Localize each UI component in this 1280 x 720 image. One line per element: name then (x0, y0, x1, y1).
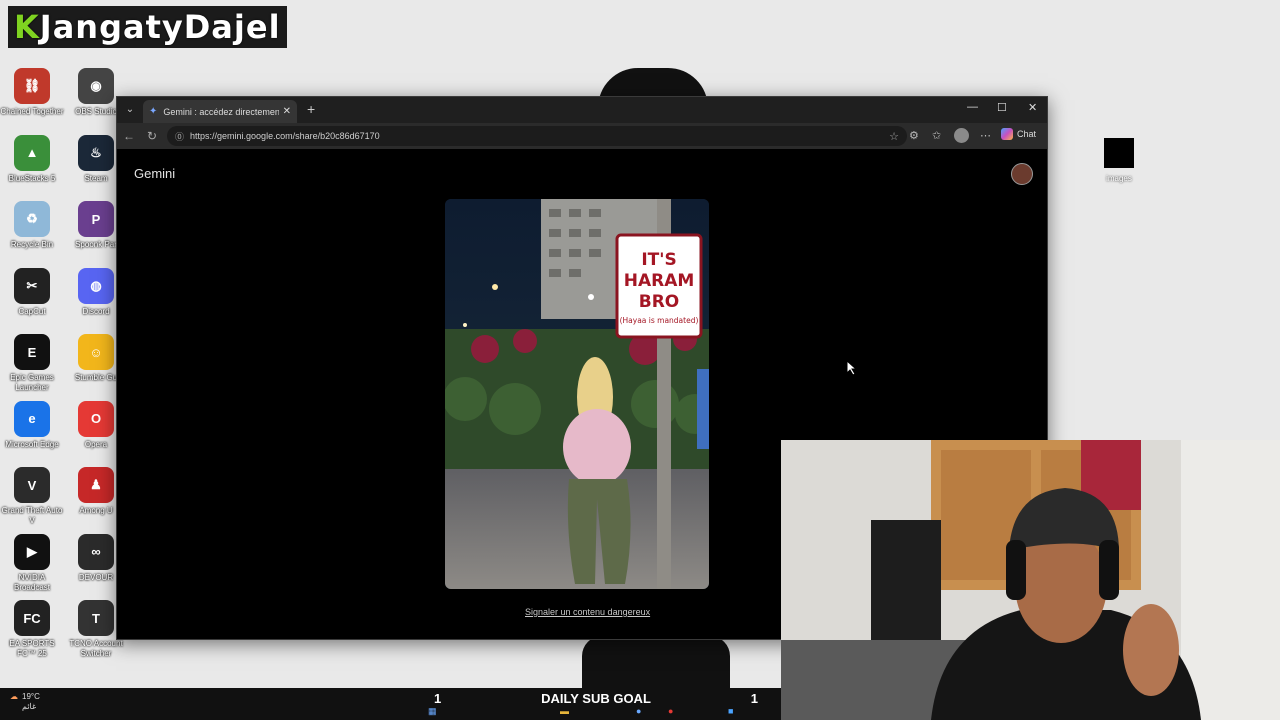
stumble-guys-icon: ☺ (78, 334, 114, 370)
file-explorer-icon[interactable]: ▬ (560, 706, 569, 716)
obs-studio-icon: ◉ (78, 68, 114, 104)
gta-v-icon: V (14, 467, 50, 503)
sign-line-4: (Hayaa is mandated) (620, 316, 699, 325)
desktop-shortcut[interactable]: e Microsoft Edge (0, 400, 64, 450)
sign-line-1: IT'S (641, 250, 676, 270)
extensions-icon[interactable]: ⚙ (909, 129, 919, 142)
copilot-icon (1001, 128, 1013, 140)
maximize-icon[interactable]: ☐ (997, 101, 1007, 114)
minimize-icon[interactable]: — (967, 101, 978, 113)
webcam-overlay (781, 440, 1280, 720)
site-info-icon[interactable]: ⓪ (175, 130, 184, 143)
desktop-shortcut-label: NVIDIA Broadcast (13, 572, 51, 592)
desktop-shortcut-label: EA SPORTS FC™ 25 (9, 639, 55, 658)
mouse-cursor-icon (846, 360, 858, 376)
profile-icon[interactable] (954, 128, 969, 143)
weather-widget[interactable]: ☁ 19°C غائم (10, 692, 40, 712)
toolbar: ← ↻ ⓪ https://gemini.google.com/share/b2… (117, 123, 1047, 149)
desktop-shortcut[interactable]: ⛓ Chained Together (0, 68, 64, 117)
shared-image: IT'S HARAM BRO (Hayaa is mandated) (445, 199, 709, 589)
taskbar: ☁ 19°C غائم 1 DAILY SUB GOAL 1 ▦ ▬ ● ● ■ (0, 688, 781, 720)
sign-line-2: HARAM (624, 271, 695, 291)
favorites-icon[interactable]: ✩ (932, 129, 941, 142)
capcut-icon: ✂ (14, 267, 50, 304)
favorite-star-icon[interactable]: ☆ (889, 130, 899, 143)
shared-image-art: IT'S HARAM BRO (Hayaa is mandated) (445, 199, 709, 589)
bluestacks-icon: ▲ (14, 134, 50, 171)
desktop-shortcut-label: CapCut (18, 306, 46, 316)
gemini-favicon-icon: ✦ (149, 106, 158, 117)
close-window-icon[interactable]: ✕ (1028, 101, 1037, 114)
sub-goal-target: 1 (750, 690, 758, 706)
start-icon[interactable]: ▦ (428, 706, 437, 717)
webcam-feed (781, 440, 1280, 720)
nvidia-broadcast-icon: ▶ (14, 533, 50, 570)
desktop-shortcut[interactable]: E Epic Games Launcher (0, 334, 64, 393)
recycle-bin-icon: ♻ (14, 201, 50, 237)
title-bar: ⌄ ✦ Gemini : accédez directement à l'IA … (117, 97, 1047, 123)
edge-icon: e (14, 400, 50, 437)
image-folder-icon (1104, 138, 1134, 168)
desktop-shortcut[interactable]: FC EA SPORTS FC™ 25 (0, 600, 64, 659)
daily-sub-goal-banner: 1 DAILY SUB GOAL 1 (416, 688, 776, 708)
desktop-shortcut[interactable]: ▲ BlueStacks 5 (0, 134, 64, 184)
new-tab-icon[interactable]: + (307, 101, 315, 117)
opera-taskbar-icon[interactable]: ● (668, 706, 673, 716)
report-dangerous-content-link[interactable]: Signaler un contenu dangereux (525, 607, 650, 617)
ea-fc-icon: FC (14, 600, 50, 636)
tab-actions-icon[interactable]: ⌄ (121, 102, 139, 118)
store-taskbar-icon[interactable]: ■ (728, 706, 733, 716)
more-menu-icon[interactable]: ⋯ (980, 129, 991, 142)
desktop-shortcut-label: Microsoft Edge (5, 439, 59, 449)
desktop-shortcut-label: Grand Theft Auto V (1, 506, 63, 525)
tab-gemini[interactable]: ✦ Gemini : accédez directement à l'IA ✕ (143, 100, 297, 123)
desktop-images-folder[interactable]: images (1096, 138, 1142, 183)
chained-together-icon: ⛓ (14, 68, 50, 104)
devour-icon: ∞ (78, 533, 114, 570)
desktop-shortcut[interactable]: V Grand Theft Auto V (0, 467, 64, 526)
party-game-icon: P (78, 201, 114, 237)
copilot-chat-button[interactable]: Chat (1001, 128, 1036, 140)
discord-icon: ◍ (78, 267, 114, 304)
refresh-icon[interactable]: ↻ (147, 129, 157, 143)
back-icon[interactable]: ← (123, 129, 135, 143)
desktop-shortcut-label: Chained Together (0, 107, 64, 116)
sign-line-3: BRO (639, 292, 680, 312)
user-avatar[interactable] (1011, 163, 1033, 185)
address-bar[interactable]: ⓪ https://gemini.google.com/share/b20c86… (167, 126, 907, 146)
desktop-shortcut-label: Epic Games Launcher (10, 373, 54, 392)
desktop-shortcut-label: TCNO Account Switcher (69, 639, 123, 658)
desktop-shortcut-label: BlueStacks 5 (8, 173, 56, 183)
close-tab-icon[interactable]: ✕ (283, 106, 291, 117)
steam-icon: ♨ (78, 134, 114, 171)
epic-games-icon: E (14, 334, 50, 370)
desktop-shortcut[interactable]: ♻ Recycle Bin (0, 201, 64, 250)
channel-logo: KJangatyDajel (8, 6, 287, 48)
silhouette-shoulders (582, 636, 730, 688)
among-us-icon: ♟ (78, 467, 114, 503)
tcno-icon: T (78, 600, 114, 636)
desktop-shortcut[interactable]: ▶ NVIDIA Broadcast (0, 533, 64, 593)
sub-goal-current: 1 (434, 690, 442, 706)
edge-taskbar-icon[interactable]: ● (636, 706, 641, 716)
desktop-shortcut[interactable]: ✂ CapCut (0, 267, 64, 317)
weather-icon: ☁ (10, 692, 18, 701)
desktop-shortcut-label: Recycle Bin (10, 240, 54, 249)
opera-icon: O (78, 400, 114, 437)
app-title: Gemini (134, 166, 176, 181)
sub-goal-title: DAILY SUB GOAL (541, 690, 651, 706)
